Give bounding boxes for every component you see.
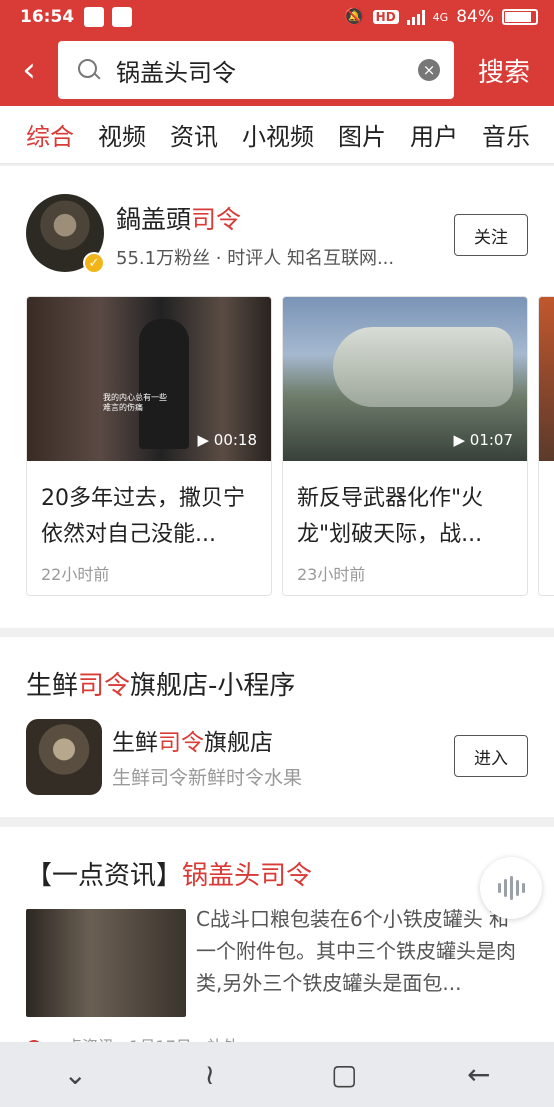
back-icon[interactable]: ← (449, 1050, 509, 1100)
mini-program-row[interactable]: 生鲜司令旗舰店 生鲜司令新鲜时令水果 进入 (26, 719, 528, 797)
status-right: 🔕 HD 4G 84% (343, 7, 538, 27)
account-row[interactable]: ✓ 鍋盖頭司令 55.1万粉丝 · 时评人 知名互联网... 关注 (26, 194, 528, 274)
tab-video[interactable]: 视频 (98, 117, 146, 152)
video-title[interactable]: 新反导武器化作"火龙"划破天际，战... (283, 461, 527, 553)
mp-name-part: 生鲜 (112, 730, 158, 756)
video-thumbnail[interactable]: ▶ 01:07 (283, 297, 527, 461)
account-subtitle: 55.1万粉丝 · 时评人 知名互联网... (116, 248, 395, 269)
battery-icon (502, 9, 538, 25)
article-thumbnail[interactable] (26, 909, 186, 1017)
top-header: 16:54 🔕 HD 4G 84% ‹ × 搜索 (0, 0, 554, 106)
tab-images[interactable]: 图片 (338, 117, 386, 152)
status-time: 16:54 (20, 7, 75, 27)
chevron-down-icon[interactable]: ⌄ (45, 1050, 105, 1100)
follow-button[interactable]: 关注 (454, 214, 528, 256)
video-card[interactable]: ▶ 01:07 新反导武器化作"火龙"划破天际，战... 23小时前 (282, 296, 528, 596)
mini-program-desc: 生鲜司令新鲜时令水果 (112, 767, 303, 789)
account-card: ✓ 鍋盖頭司令 55.1万粉丝 · 时评人 知名互联网... 关注 我的内心总有… (0, 166, 554, 628)
mp-name-highlight: 司令 (158, 730, 204, 756)
search-icon (76, 57, 102, 83)
tab-news[interactable]: 资讯 (170, 117, 218, 152)
mp-title-highlight: 司令 (78, 671, 131, 701)
search-box[interactable]: × (58, 41, 454, 99)
signal-icon (406, 9, 425, 25)
video-card[interactable]: 我的内心总有一些难言的伤痛 ▶ 00:18 20多年过去，撒贝宁依然对自己没能.… (26, 296, 272, 596)
mini-program-title[interactable]: 生鲜司令旗舰店-小程序 (26, 665, 295, 702)
mp-title-part: 旗舰店-小程序 (130, 671, 296, 701)
video-person-figure (139, 319, 189, 449)
voice-search-button[interactable] (480, 857, 542, 919)
video-thumbnail[interactable]: 我的内心总有一些难言的伤痛 ▶ 00:18 (27, 297, 271, 461)
system-nav-bar: ⌄ ≀ ▢ ← (0, 1042, 554, 1107)
clear-icon[interactable]: × (418, 59, 440, 81)
search-button[interactable]: 搜索 (454, 52, 554, 89)
network-label: 4G (432, 10, 449, 24)
video-time: 23小时前 (297, 565, 366, 584)
tab-music[interactable]: 音乐 (482, 117, 530, 152)
article-title-highlight: 锅盖头司令 (182, 861, 313, 891)
tab-users[interactable]: 用户 (410, 117, 458, 152)
video-missile-figure (333, 327, 513, 407)
mp-title-part: 生鲜 (26, 671, 79, 701)
category-tabs: 综合 视频 资讯 小视频 图片 用户 音乐 (0, 106, 554, 164)
home-square-icon[interactable]: ▢ (314, 1050, 374, 1100)
video-time: 22小时前 (41, 565, 110, 584)
video-thumbnail[interactable] (539, 297, 554, 461)
account-name[interactable]: 鍋盖頭司令 (116, 200, 241, 236)
video-title[interactable]: 20多年过去，撒贝宁依然对自己没能... (27, 461, 271, 553)
video-duration: ▶ 00:18 (197, 431, 257, 449)
search-input[interactable] (116, 56, 418, 84)
mp-name-part: 旗舰店 (204, 730, 273, 756)
mini-program-logo[interactable] (26, 719, 102, 795)
video-card-partial[interactable] (538, 296, 554, 596)
battery-percent: 84% (456, 7, 494, 27)
mini-program-name: 生鲜司令旗舰店 (112, 723, 273, 757)
tab-all[interactable]: 综合 (26, 117, 74, 152)
article-title[interactable]: 【一点资讯】锅盖头司令 (26, 855, 312, 892)
back-arrow-icon: ‹ (22, 50, 36, 90)
video-caption: 我的内心总有一些难言的伤痛 (103, 393, 167, 412)
recent-apps-icon[interactable]: ≀ (180, 1050, 240, 1100)
status-bar: 16:54 🔕 HD 4G 84% (0, 0, 554, 34)
hd-badge: HD (372, 10, 399, 24)
mini-program-card: 生鲜司令旗舰店-小程序 生鲜司令旗舰店 生鲜司令新鲜时令水果 进入 (0, 637, 554, 817)
search-row: ‹ × 搜索 (0, 34, 554, 106)
phone-notification-icon (112, 7, 133, 27)
video-duration: ▶ 01:07 (453, 431, 513, 449)
account-name-highlight: 司令 (191, 205, 242, 234)
video-carousel[interactable]: 我的内心总有一些难言的伤痛 ▶ 00:18 20多年过去，撒贝宁依然对自己没能.… (26, 296, 554, 596)
back-button[interactable]: ‹ (0, 34, 58, 106)
account-name-part: 鍋盖頭 (116, 205, 192, 234)
verified-icon: ✓ (83, 252, 105, 274)
enter-button[interactable]: 进入 (454, 735, 528, 777)
gallery-notification-icon (84, 7, 105, 27)
article-source: 【一点资讯】 (26, 861, 183, 891)
bell-icon: 🔕 (343, 7, 365, 27)
article-snippet: C战斗口粮包装在6个小铁皮罐头 和一个附件包。其中三个铁皮罐头是肉类,另外三个铁… (196, 907, 516, 995)
tab-short-video[interactable]: 小视频 (242, 117, 314, 152)
article-card[interactable]: 【一点资讯】锅盖头司令 C战斗口粮包装在6个小铁皮罐头 和一个附件包。其中三个铁… (0, 827, 554, 1056)
